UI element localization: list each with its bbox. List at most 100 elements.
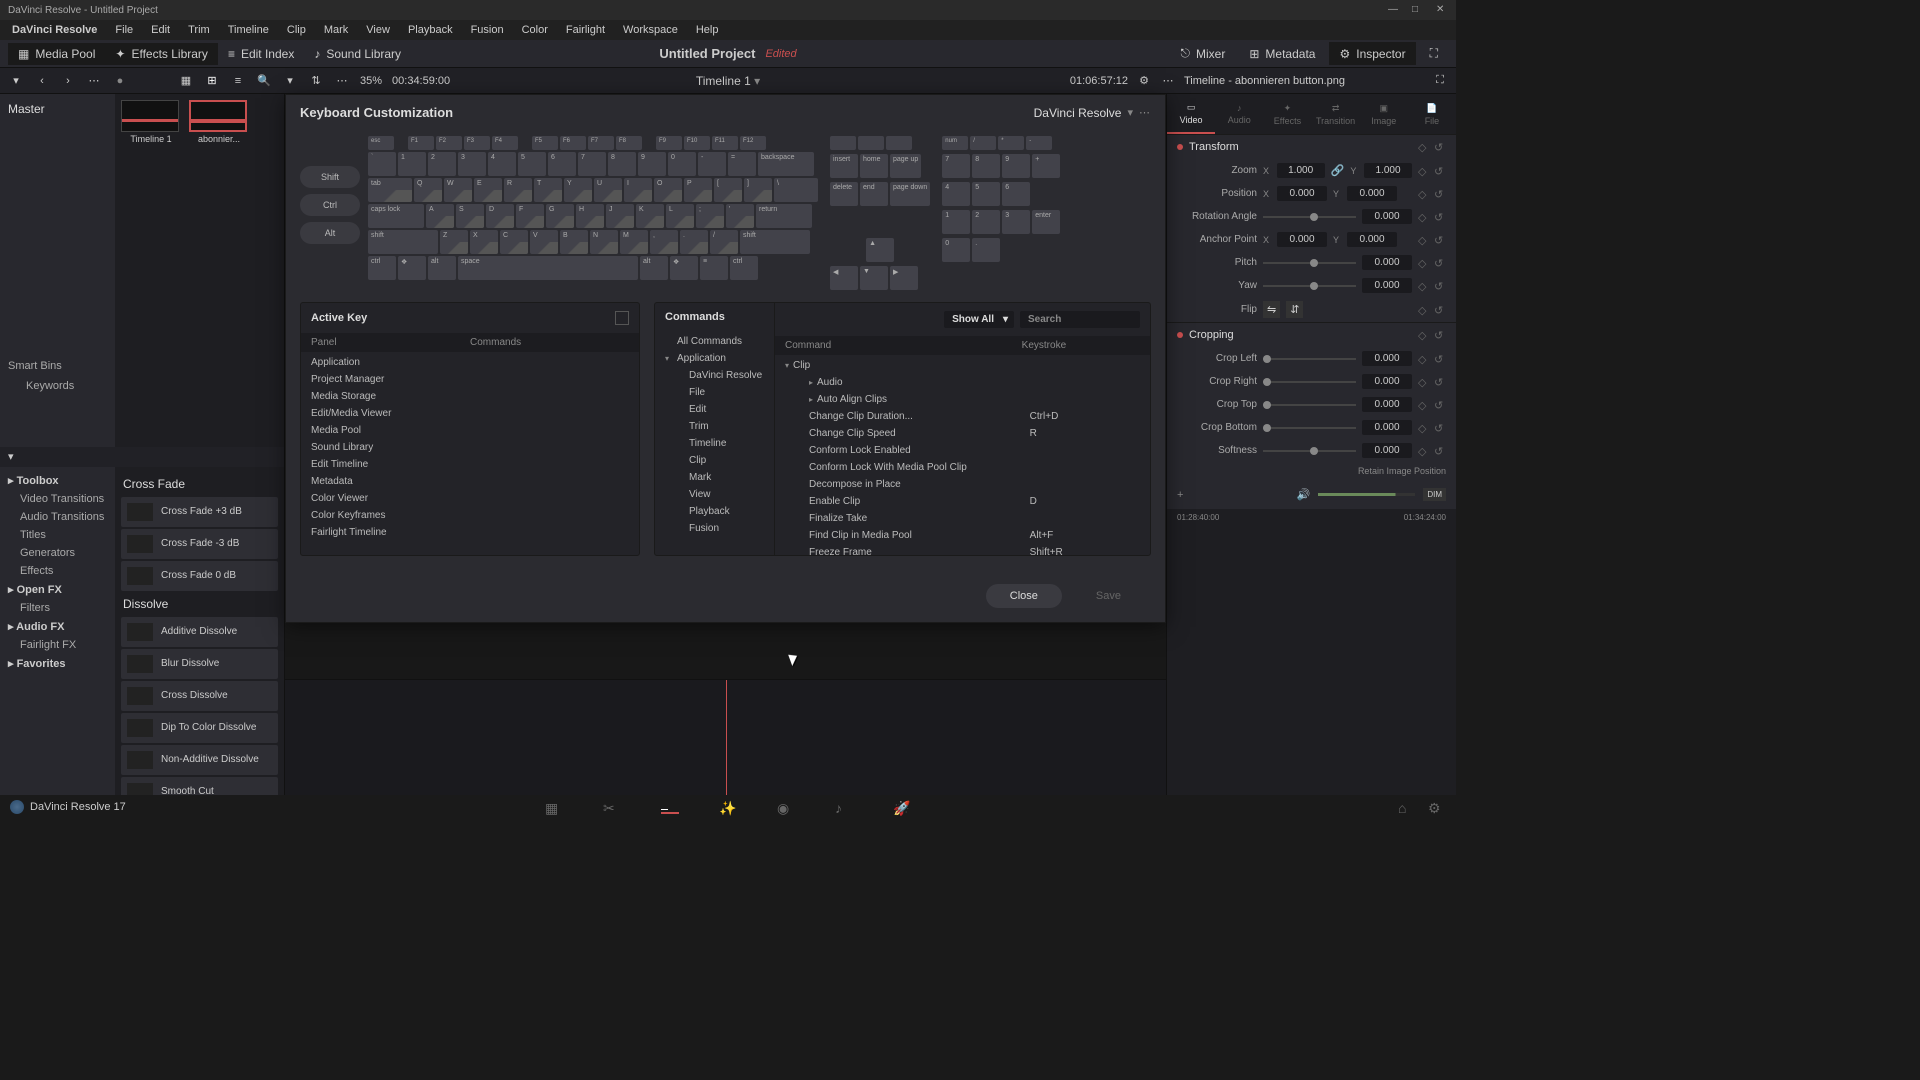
keyboard-key[interactable]: ❖ [398, 256, 426, 280]
value-input[interactable]: 0.000 [1362, 420, 1412, 435]
keyboard-key[interactable]: ` [368, 152, 396, 176]
list-item[interactable]: Clip [655, 452, 774, 469]
keyboard-key[interactable]: Y [564, 178, 592, 202]
list-item[interactable]: Edit [655, 401, 774, 418]
reset-icon[interactable]: ↺ [1434, 399, 1446, 411]
keyboard-key[interactable]: . [680, 230, 708, 254]
tab-file[interactable]: 📄File [1408, 94, 1456, 134]
tree-item[interactable]: Titles [0, 526, 115, 544]
command-row[interactable]: Enable ClipD [775, 493, 1150, 510]
view-list-icon[interactable]: ≡ [230, 73, 246, 89]
command-row[interactable]: Change Clip Duration...Ctrl+D [775, 408, 1150, 425]
value-input[interactable]: 0.000 [1362, 443, 1412, 458]
save-button[interactable]: Save [1072, 584, 1145, 608]
next-icon[interactable]: › [60, 73, 76, 89]
keyframe-icon[interactable]: ◇ [1418, 280, 1430, 292]
zoom-percent[interactable]: 35% [360, 75, 382, 87]
reset-icon[interactable]: ↺ [1434, 329, 1446, 341]
keyframe-icon[interactable]: ◇ [1418, 188, 1430, 200]
close-button[interactable]: Close [986, 584, 1062, 608]
effect-item[interactable]: Cross Dissolve [121, 681, 278, 711]
media-page-icon[interactable]: ▦ [545, 800, 563, 814]
fullscreen-button[interactable]: ⛶ [1420, 42, 1448, 65]
keyboard-key[interactable]: tab [368, 178, 412, 202]
keyboard-key[interactable]: Z [440, 230, 468, 254]
effect-item[interactable]: Additive Dissolve [121, 617, 278, 647]
keyboard-key[interactable]: [ [714, 178, 742, 202]
tree-item[interactable]: Fairlight FX [0, 636, 115, 654]
tree-item[interactable]: ▸ Audio FX [0, 617, 115, 636]
keyboard-key[interactable] [858, 136, 884, 150]
keyboard-key[interactable]: 5 [518, 152, 546, 176]
value-input[interactable]: 0.000 [1347, 232, 1397, 247]
command-row[interactable]: Finalize Take [775, 510, 1150, 527]
keyboard-key[interactable]: / [710, 230, 738, 254]
menu-workspace[interactable]: Workspace [615, 22, 686, 38]
menu-edit[interactable]: Edit [143, 22, 178, 38]
keyboard-key[interactable]: F1 [408, 136, 434, 150]
value-input[interactable]: 0.000 [1362, 255, 1412, 270]
expand-icon[interactable]: ⛶ [1432, 73, 1448, 89]
virtual-keyboard[interactable]: escF1F2F3F4F5F6F7F8F9F10F11F12`123456789… [368, 136, 1151, 292]
checkbox[interactable] [615, 311, 629, 325]
reset-icon[interactable]: ↺ [1434, 234, 1446, 246]
keyboard-key[interactable]: 0 [942, 238, 970, 262]
value-input[interactable]: 0.000 [1347, 186, 1397, 201]
list-item[interactable]: Fusion [655, 520, 774, 531]
more-icon[interactable]: ⋯ [86, 73, 102, 89]
preset-dropdown[interactable]: DaVinci Resolve [1034, 106, 1122, 120]
speaker-icon[interactable]: 🔊 [1297, 488, 1311, 501]
flip-h-icon[interactable]: ⇋ [1263, 301, 1280, 318]
keyboard-key[interactable]: 4 [488, 152, 516, 176]
keyboard-key[interactable]: 0 [668, 152, 696, 176]
edit-page-icon[interactable]: ⎯ [661, 800, 679, 814]
keyboard-key[interactable]: delete [830, 182, 858, 206]
list-item[interactable]: Mark [655, 469, 774, 486]
keyboard-key[interactable]: 9 [638, 152, 666, 176]
slider[interactable] [1263, 381, 1356, 383]
value-input[interactable]: 0.000 [1277, 232, 1327, 247]
keyboard-key[interactable]: 7 [578, 152, 606, 176]
keyboard-key[interactable]: esc [368, 136, 394, 150]
inspector-button[interactable]: ⚙Inspector [1329, 42, 1415, 65]
slider[interactable] [1263, 404, 1356, 406]
keyboard-key[interactable]: ' [726, 204, 754, 228]
keyboard-key[interactable]: Q [414, 178, 442, 202]
keyframe-icon[interactable]: ◇ [1418, 165, 1430, 177]
menu-fusion[interactable]: Fusion [463, 22, 512, 38]
close-icon[interactable]: ✕ [1436, 4, 1448, 16]
deliver-page-icon[interactable]: 🚀 [893, 800, 911, 814]
tab-transition[interactable]: ⇄Transition [1312, 94, 1360, 134]
menu-trim[interactable]: Trim [180, 22, 218, 38]
keyboard-key[interactable]: 8 [972, 154, 1000, 178]
command-row[interactable]: Decompose in Place [775, 476, 1150, 493]
list-item[interactable]: Metadata [301, 473, 639, 490]
search-input[interactable]: Search [1020, 311, 1140, 328]
keyboard-key[interactable] [886, 136, 912, 150]
tree-item[interactable]: Audio Transitions [0, 508, 115, 526]
list-item[interactable]: View [655, 486, 774, 503]
keyframe-icon[interactable]: ◇ [1418, 376, 1430, 388]
command-row[interactable]: Find Clip in Media PoolAlt+F [775, 527, 1150, 544]
keywords-bin[interactable]: Keywords [8, 376, 107, 396]
keyboard-key[interactable]: ] [744, 178, 772, 202]
keyboard-key[interactable]: R [504, 178, 532, 202]
minimize-icon[interactable]: — [1388, 4, 1400, 16]
slider[interactable] [1263, 450, 1356, 452]
mixer-button[interactable]: ⎋Mixer [1171, 42, 1236, 65]
link-icon[interactable]: 🔗 [1331, 164, 1345, 177]
slider[interactable] [1263, 262, 1356, 264]
keyboard-key[interactable]: 4 [942, 182, 970, 206]
enable-dot[interactable] [1177, 332, 1183, 338]
keyboard-key[interactable]: \ [774, 178, 818, 202]
tree-item[interactable]: ▸ Toolbox [0, 471, 115, 490]
keyboard-key[interactable]: O [654, 178, 682, 202]
value-input[interactable]: 1.000 [1277, 163, 1325, 178]
tab-effects[interactable]: ✦Effects [1263, 94, 1311, 134]
keyboard-key[interactable]: page down [890, 182, 930, 206]
keyboard-key[interactable]: U [594, 178, 622, 202]
menu-clip[interactable]: Clip [279, 22, 314, 38]
more3-icon[interactable]: ⋯ [1160, 73, 1176, 89]
keyframe-icon[interactable]: ◇ [1418, 234, 1430, 246]
keyframe-icon[interactable]: ◇ [1418, 399, 1430, 411]
